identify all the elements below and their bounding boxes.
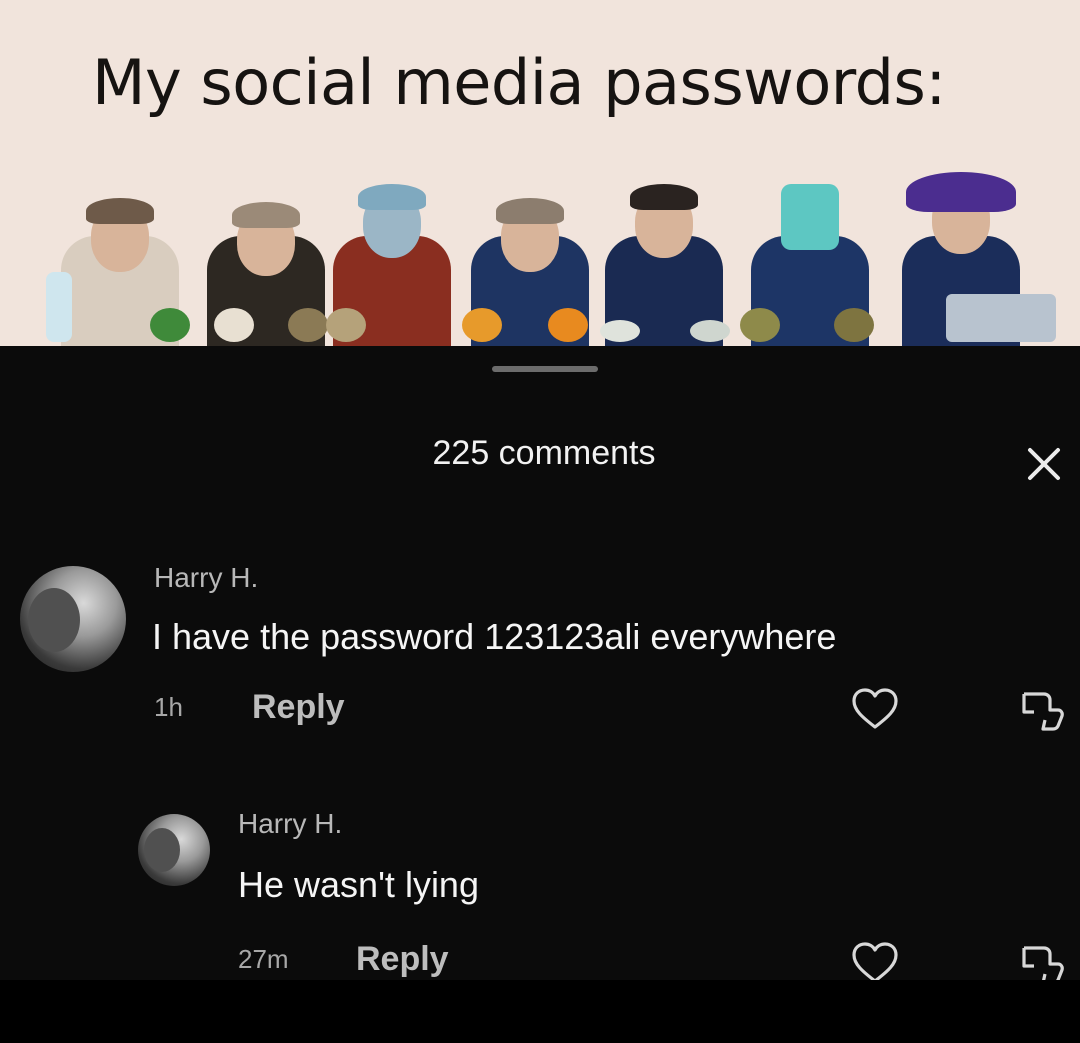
comment-author[interactable]: Harry H. [154,562,258,594]
meme-figure [462,176,592,346]
meme-figures [0,150,1080,346]
close-icon[interactable] [1020,440,1068,488]
comment-item: Harry H. I have the password 123123ali e… [0,546,1080,746]
comments-sheet: 225 comments Harry H. I have the passwor… [0,346,1080,985]
comment-text: He wasn't lying [238,864,479,905]
comments-count: 225 comments [432,434,656,472]
reply-button[interactable]: Reply [356,940,449,979]
reply-button[interactable]: Reply [252,688,345,727]
heart-icon[interactable] [850,686,900,732]
meme-image: My social media passwords: [0,0,1080,346]
meme-figure [894,162,1056,346]
meme-caption: My social media passwords: [92,46,946,119]
sheet-drag-handle[interactable] [492,366,598,372]
comment-text: I have the password 123123ali everywhere [152,616,837,657]
meme-figure [600,170,730,346]
meme-figure [46,176,190,346]
comment-time: 1h [154,692,183,722]
comment-reply-item: Harry H. He wasn't lying 27m Reply [0,806,1080,986]
thumbs-down-icon[interactable] [1018,686,1068,732]
meme-figure [740,166,874,346]
avatar[interactable] [138,814,210,886]
meme-figure [204,180,328,346]
bottom-edge [0,980,1080,1043]
comment-author[interactable]: Harry H. [238,808,342,840]
avatar[interactable] [20,566,126,672]
meme-figure [326,170,454,346]
comment-time: 27m [238,944,289,974]
